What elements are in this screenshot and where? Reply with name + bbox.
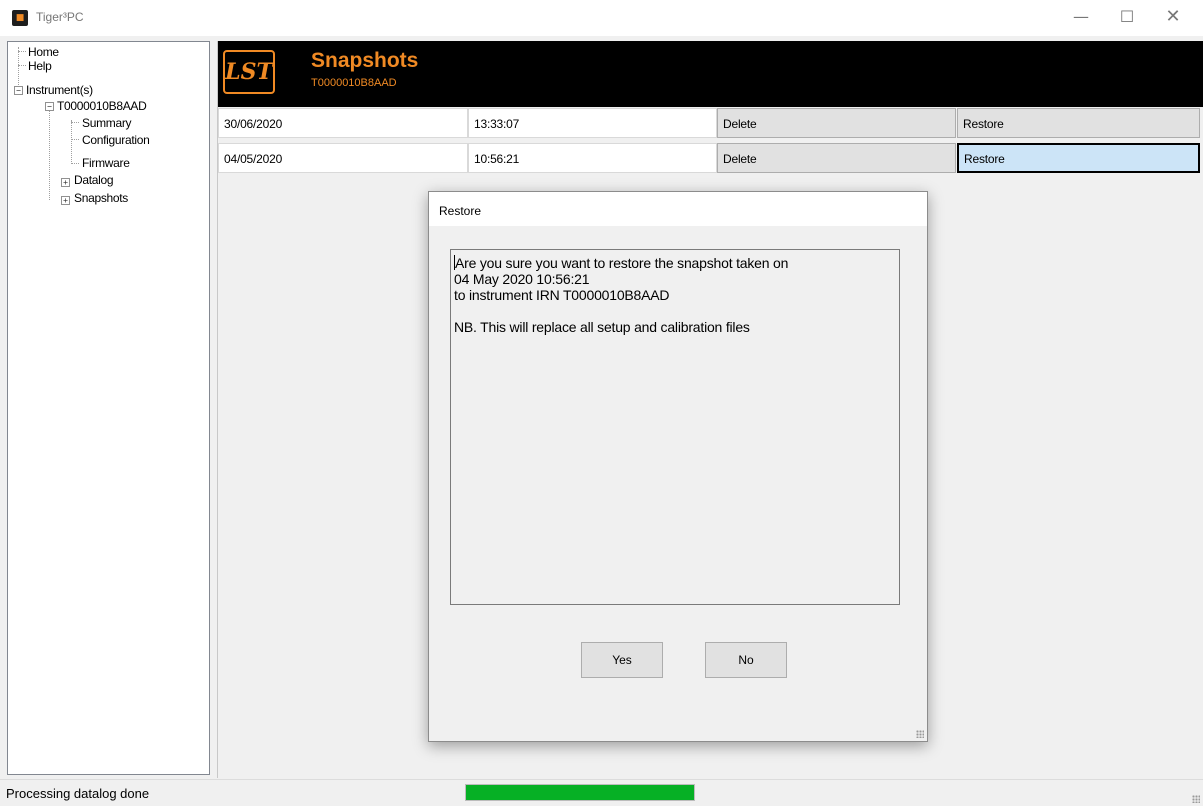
tree-item-instrument[interactable]: T0000010B8AAD [57,99,147,113]
minimize-button[interactable]: — [1058,0,1104,36]
restore-dialog: Restore Are you sure you want to restore… [428,191,928,742]
table-row: 30/06/2020 13:33:07 Delete Restore [218,108,1203,140]
window-titlebar: ■ Tiger³PC — ☐ ✕ [0,0,1203,36]
tree-connector [71,122,79,123]
tree-item-datalog[interactable]: Datalog [74,173,114,187]
maximize-button[interactable]: ☐ [1104,0,1150,36]
snapshot-time: 10:56:21 [468,143,717,173]
page-header: LST Snapshots T0000010B8AAD [218,41,1203,107]
page-title: Snapshots [311,49,419,72]
tree-item-summary[interactable]: Summary [82,116,132,130]
snapshot-date: 04/05/2020 [218,143,468,173]
dialog-titlebar[interactable]: Restore [429,192,927,226]
tree-item-snapshots[interactable]: Snapshots [74,191,128,205]
navigation-tree[interactable]: Home Help − Instrument(s) − T0000010B8AA… [7,41,210,775]
expand-icon[interactable]: + [61,196,70,205]
tree-connector [71,120,72,164]
yes-button[interactable]: Yes [581,642,663,678]
tree-connector [71,139,79,140]
restore-button[interactable]: Restore [957,108,1200,138]
restore-button[interactable]: Restore [957,143,1200,173]
tree-connector [18,65,26,66]
tree-item-firmware[interactable]: Firmware [82,156,130,170]
progress-fill [466,785,694,800]
confirmation-message[interactable]: Are you sure you want to restore the sna… [450,249,900,605]
close-button[interactable]: ✕ [1150,0,1196,36]
no-button[interactable]: No [705,642,787,678]
tree-item-configuration[interactable]: Configuration [82,133,150,147]
tree-connector [71,163,79,164]
message-line: Are you sure you want to restore the sna… [455,255,789,271]
tree-item-help[interactable]: Help [28,59,52,73]
tree-item-instruments[interactable]: Instrument(s) [26,83,93,97]
message-line: NB. This will replace all setup and cali… [454,319,750,335]
collapse-icon[interactable]: − [45,102,54,111]
collapse-icon[interactable]: − [14,86,23,95]
dialog-title: Restore [439,204,482,218]
delete-button[interactable]: Delete [717,143,956,173]
tree-connector [49,104,50,200]
resize-grip-icon[interactable] [916,730,924,738]
tree-item-home[interactable]: Home [28,45,59,59]
delete-button[interactable]: Delete [717,108,956,138]
tree-connector [18,47,19,91]
progress-bar [465,784,695,801]
lst-logo-icon: ■ [12,10,28,26]
message-line: to instrument IRN T0000010B8AAD [454,287,670,303]
resize-grip-icon[interactable] [1192,795,1200,803]
table-row: 04/05/2020 10:56:21 Delete Restore [218,143,1203,175]
window-title: Tiger³PC [36,10,84,24]
snapshot-time: 13:33:07 [468,108,717,138]
snapshot-date: 30/06/2020 [218,108,468,138]
status-text: Processing datalog done [6,786,150,801]
message-line: 04 May 2020 10:56:21 [454,271,590,287]
lst-logo: LST [223,50,275,94]
tree-connector [18,51,26,52]
instrument-id: T0000010B8AAD [311,77,397,89]
expand-icon[interactable]: + [61,178,70,187]
status-bar: Processing datalog done [0,779,1203,806]
